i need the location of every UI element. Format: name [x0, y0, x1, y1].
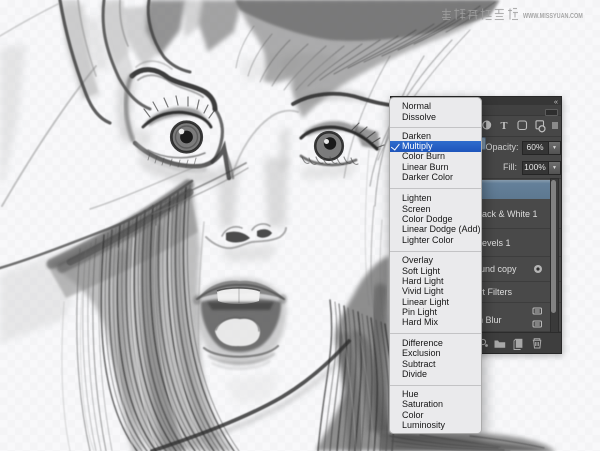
- svg-text:T: T: [501, 121, 508, 132]
